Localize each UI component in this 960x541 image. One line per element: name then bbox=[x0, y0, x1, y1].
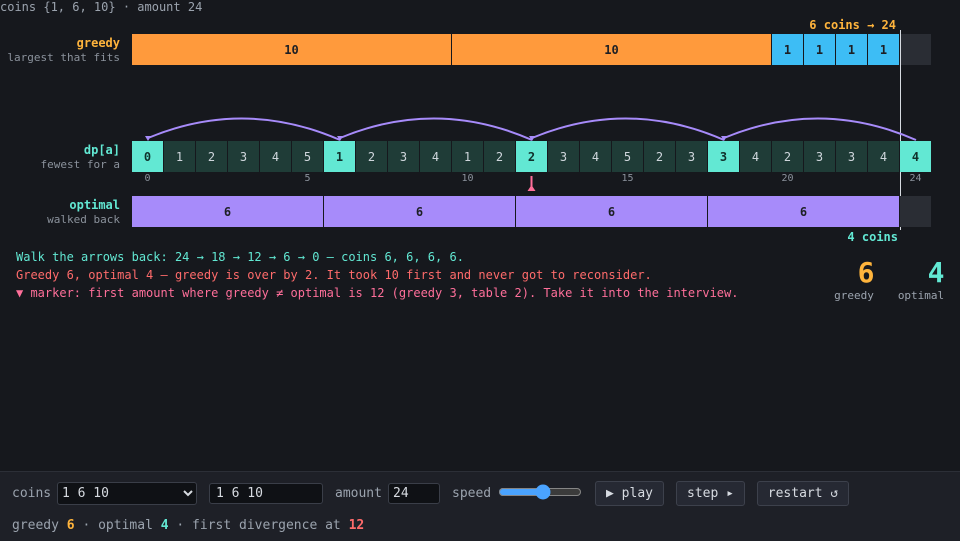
walkback-arrow bbox=[339, 117, 533, 141]
dp-cell: 3 bbox=[388, 141, 419, 172]
speed-slider[interactable] bbox=[498, 484, 582, 500]
dp-cell: 1 bbox=[324, 141, 355, 172]
dp-cell: 2 bbox=[644, 141, 675, 172]
message-greedy-over: Greedy 6, optimal 4 — greedy is over by … bbox=[16, 268, 652, 282]
walkback-arrow bbox=[531, 117, 725, 141]
dp-cell: 3 bbox=[708, 141, 739, 172]
dp-tick-label: 10 bbox=[461, 173, 474, 184]
greedy-coin-0: 10 bbox=[132, 34, 451, 65]
greedy-coin-5: 1 bbox=[868, 34, 899, 65]
greedy-coin-4: 1 bbox=[836, 34, 867, 65]
status-greedy-label: greedy bbox=[12, 518, 59, 533]
status-optimal-value: 4 bbox=[160, 518, 169, 533]
restart-button[interactable]: restart ↺ bbox=[757, 481, 849, 506]
dp-cell: 3 bbox=[676, 141, 707, 172]
dp-cell: 3 bbox=[548, 141, 579, 172]
status-divergence-label: first divergence at bbox=[192, 518, 341, 533]
speed-label: speed bbox=[452, 486, 492, 501]
dp-tick-label: 0 bbox=[144, 173, 151, 184]
dp-cell: 4 bbox=[420, 141, 451, 172]
optimal-coin-1: 6 bbox=[324, 196, 515, 227]
greedy-summary: 6 coins → 24 bbox=[809, 18, 896, 32]
dp-cell: 4 bbox=[580, 141, 611, 172]
optimal-score: 4 bbox=[927, 256, 945, 289]
dp-cell: 1 bbox=[164, 141, 195, 172]
status-divergence-value: 12 bbox=[348, 518, 365, 533]
optimal-summary: 4 coins bbox=[847, 230, 898, 244]
greedy-score-label: greedy bbox=[834, 289, 874, 302]
optimal-row-label: optimal walked back bbox=[47, 198, 120, 226]
dp-cell: 3 bbox=[228, 141, 259, 172]
dp-row-label: dp[a] fewest for a bbox=[41, 143, 120, 171]
dp-cell: 5 bbox=[292, 141, 323, 172]
optimal-coin-2: 6 bbox=[516, 196, 707, 227]
dp-cell: 3 bbox=[804, 141, 835, 172]
dp-cell: 0 bbox=[132, 141, 163, 172]
greedy-subtitle: largest that fits bbox=[7, 51, 120, 64]
dp-cell: 4 bbox=[740, 141, 771, 172]
greedy-coin-3: 1 bbox=[804, 34, 835, 65]
greedy-coin-2: 1 bbox=[772, 34, 803, 65]
message-walkback: Walk the arrows back: 24 → 18 → 12 → 6 →… bbox=[16, 250, 464, 264]
dp-cell: 4 bbox=[868, 141, 899, 172]
play-button[interactable]: ▶ play bbox=[595, 481, 664, 506]
walkback-arrow bbox=[723, 117, 917, 141]
dp-subtitle: fewest for a bbox=[40, 158, 120, 171]
dp-cell: 2 bbox=[356, 141, 387, 172]
dp-tick-label: 15 bbox=[621, 173, 634, 184]
coins-select[interactable]: 1 6 10 bbox=[57, 482, 197, 505]
control-bar: coins 1 6 10 amount speed ▶ play step ▸ … bbox=[0, 471, 960, 541]
greedy-bar-remainder bbox=[900, 34, 931, 65]
optimal-subtitle: walked back bbox=[47, 213, 120, 226]
divergence-marker-head bbox=[527, 185, 536, 191]
optimal-title: optimal bbox=[69, 198, 120, 212]
dp-tick-label: 5 bbox=[304, 173, 311, 184]
dp-cell: 2 bbox=[516, 141, 547, 172]
dp-tick-label: 20 bbox=[781, 173, 794, 184]
status-optimal-label: optimal bbox=[98, 518, 153, 533]
optimal-coin-3: 6 bbox=[708, 196, 899, 227]
dp-cell: 4 bbox=[260, 141, 291, 172]
message-marker: ▼ marker: first amount where greedy ≠ op… bbox=[16, 286, 739, 300]
dp-tick-label: 24 bbox=[909, 173, 922, 184]
greedy-row-label: greedy largest that fits bbox=[7, 36, 120, 64]
walkback-arrow bbox=[147, 117, 341, 141]
coins-input[interactable] bbox=[209, 483, 323, 504]
status-greedy-value: 6 bbox=[66, 518, 75, 533]
dp-cell: 5 bbox=[612, 141, 643, 172]
step-button[interactable]: step ▸ bbox=[676, 481, 745, 506]
greedy-coin-1: 10 bbox=[452, 34, 771, 65]
coins-label: coins bbox=[12, 486, 52, 501]
optimal-coin-0: 6 bbox=[132, 196, 323, 227]
optimal-score-label: optimal bbox=[897, 289, 945, 302]
greedy-title: greedy bbox=[76, 36, 120, 50]
dp-cell: 1 bbox=[452, 141, 483, 172]
greedy-score: 6 bbox=[857, 256, 875, 289]
dp-cell: 4 bbox=[900, 141, 931, 172]
header-caption: coins {1, 6, 10} · amount 24 bbox=[0, 0, 203, 14]
dp-cell: 2 bbox=[772, 141, 803, 172]
optimal-bar-remainder bbox=[900, 196, 931, 227]
amount-label: amount bbox=[335, 486, 382, 501]
status-sep-1: · bbox=[82, 518, 91, 533]
dp-cell: 3 bbox=[836, 141, 867, 172]
status-sep-2: · bbox=[176, 518, 185, 533]
dp-title: dp[a] bbox=[83, 143, 120, 157]
amount-input[interactable] bbox=[388, 483, 440, 504]
dp-cell: 2 bbox=[484, 141, 515, 172]
dp-cell: 2 bbox=[196, 141, 227, 172]
status-line: greedy 6 · optimal 4 · first divergence … bbox=[12, 518, 364, 533]
